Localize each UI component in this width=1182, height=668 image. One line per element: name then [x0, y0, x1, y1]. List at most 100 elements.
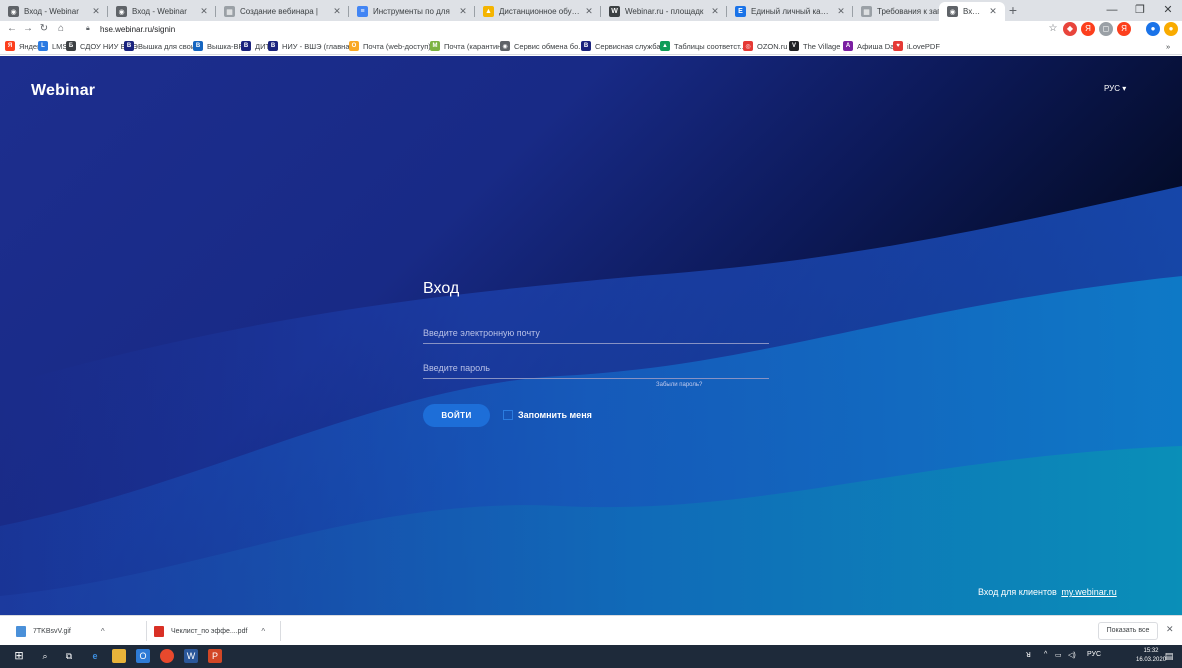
profile-icon[interactable]: ● — [1146, 22, 1160, 36]
download-file-name: Чеклист_по эффе....pdf — [171, 627, 248, 635]
bookmark-label: iLovePDF — [907, 41, 940, 51]
url-text: hse.webinar.ru/signin — [100, 24, 176, 34]
tray-chevron-icon[interactable]: ^ — [1044, 651, 1047, 658]
word-icon[interactable]: W — [184, 649, 198, 663]
close-tab-icon[interactable]: ✕ — [709, 6, 721, 17]
browser-tab[interactable]: ◉ Вход - Webinar ✕ — [0, 2, 108, 21]
bookmark-label: Почта (карантин) — [444, 41, 504, 51]
task-view-icon[interactable]: ⧉ — [62, 649, 76, 663]
bookmark-label: OZON.ru — [757, 41, 788, 51]
bookmark-item[interactable]: V The Village — [789, 40, 840, 52]
notifications-icon[interactable]: ▤ — [1162, 649, 1176, 663]
forward-icon[interactable]: → — [21, 21, 35, 37]
browser-tab[interactable]: ◉ Вход - Webinar ✕ — [108, 2, 216, 21]
password-field[interactable] — [423, 357, 769, 379]
bookmark-item[interactable]: В НИУ - ВШЭ (главна... — [268, 40, 356, 52]
tab-favicon-icon: ◉ — [116, 6, 127, 17]
clients-login-text: Вход для клиентов — [978, 587, 1057, 597]
file-explorer-icon[interactable] — [112, 649, 126, 663]
browser-tab[interactable]: Е Единый личный кабин ✕ — [727, 2, 853, 21]
volume-icon[interactable]: ◁) — [1068, 651, 1076, 659]
network-icon[interactable]: ▭ — [1055, 651, 1062, 659]
email-field[interactable] — [423, 322, 769, 344]
more-bookmarks-icon[interactable]: » — [1166, 40, 1170, 52]
close-tab-icon[interactable]: ✕ — [835, 6, 847, 17]
close-tab-icon[interactable]: ✕ — [90, 6, 102, 17]
bookmark-item[interactable]: ◉ Сервис обмена бо... — [500, 40, 585, 52]
extension-icon[interactable]: ◻ — [1099, 22, 1113, 36]
yandex-extension-icon[interactable]: Я — [1081, 22, 1095, 36]
windows-taskbar: ⊞ ⌕ ⧉ e O W P ꓤ ^ ▭ ◁) РУС 15:32 16.03.2… — [0, 645, 1182, 668]
bookmark-label: Почта (web-доступ) — [363, 41, 431, 51]
close-downloads-icon[interactable]: ✕ — [1166, 624, 1174, 635]
tab-favicon-icon: ▲ — [483, 6, 494, 17]
bookmark-favicon-icon: Б — [66, 41, 76, 51]
home-icon[interactable]: ⌂ — [54, 21, 68, 37]
extension-icon[interactable]: Я — [1117, 22, 1131, 36]
bookmark-star-icon[interactable]: ☆ — [1046, 21, 1060, 37]
tab-title: Единый личный кабин — [751, 7, 832, 16]
tab-favicon-icon: ◉ — [8, 6, 19, 17]
download-item[interactable]: 7TKBsvV.gif ^ — [16, 622, 105, 640]
browser-tab[interactable]: ▲ Дистанционное обуче ✕ — [475, 2, 601, 21]
forgot-password-link[interactable]: Забыли пароль? — [656, 382, 702, 388]
download-item[interactable]: Чеклист_по эффе....pdf ^ — [154, 622, 265, 640]
clients-login: Вход для клиентов my.webinar.ru — [978, 587, 1117, 597]
outlook-icon[interactable]: O — [136, 649, 150, 663]
close-tab-icon[interactable]: ✕ — [198, 6, 210, 17]
language-selector[interactable]: РУС ▾ — [1104, 84, 1126, 93]
bookmark-item[interactable]: В Вышка для своих — [124, 40, 199, 52]
tab-favicon-icon: ◉ — [947, 6, 958, 17]
webinar-logo[interactable]: Webinar — [31, 82, 95, 100]
bookmark-favicon-icon: В — [193, 41, 203, 51]
tab-favicon-icon: ▦ — [861, 6, 872, 17]
powerpoint-icon[interactable]: P — [208, 649, 222, 663]
close-tab-icon[interactable]: ✕ — [331, 6, 343, 17]
reload-icon[interactable]: ↻ — [37, 21, 51, 37]
bookmark-favicon-icon: Я — [5, 41, 15, 51]
close-tab-icon[interactable]: ✕ — [457, 6, 469, 17]
bookmark-item[interactable]: ♥ iLovePDF — [893, 40, 940, 52]
bookmark-favicon-icon: В — [124, 41, 134, 51]
chevron-up-icon[interactable]: ^ — [101, 627, 105, 636]
maximize-icon[interactable]: ❐ — [1126, 0, 1154, 21]
pdf-file-icon — [154, 625, 164, 637]
show-all-downloads-button[interactable]: Показать все — [1098, 622, 1158, 640]
remember-me-checkbox[interactable] — [503, 410, 513, 420]
bookmark-item[interactable]: ▲ Таблицы соответст... — [660, 40, 746, 52]
bookmark-item[interactable]: M Почта (карантин) — [430, 40, 504, 52]
webinar-signin-page: Webinar РУС ▾ Вход Забыли пароль? ВОЙТИ … — [0, 56, 1182, 615]
bookmark-item[interactable]: В Сервисная служба... — [581, 40, 667, 52]
address-bar[interactable]: 🔒︎ hse.webinar.ru/signin — [86, 22, 1046, 36]
close-tab-icon[interactable]: ✕ — [583, 6, 595, 17]
close-window-icon[interactable]: ✕ — [1154, 0, 1182, 21]
extension-icon[interactable]: ◆ — [1063, 22, 1077, 36]
tab-title: Дистанционное обуче — [499, 7, 580, 16]
chrome-icon[interactable] — [160, 649, 174, 663]
login-button[interactable]: ВОЙТИ — [423, 404, 490, 427]
people-icon[interactable]: ꓤ — [1026, 651, 1031, 659]
bookmark-item[interactable]: В ДИТ — [241, 40, 270, 52]
back-icon[interactable]: ← — [5, 21, 19, 37]
chevron-up-icon[interactable]: ^ — [261, 627, 265, 636]
bookmark-item[interactable]: L LMS — [38, 40, 67, 52]
new-tab-button[interactable]: + — [1005, 2, 1021, 19]
remember-me[interactable]: Запомнить меня — [503, 410, 592, 420]
browser-tab[interactable]: W Webinar.ru - площадк ✕ — [601, 2, 727, 21]
edge-icon[interactable]: e — [88, 649, 102, 663]
tab-active[interactable]: ◉ Вход - Webinar✕ — [939, 2, 1005, 21]
search-icon[interactable]: ⌕ — [38, 649, 52, 663]
clients-login-link[interactable]: my.webinar.ru — [1061, 587, 1116, 597]
bookmark-favicon-icon: О — [349, 41, 359, 51]
close-tab-icon[interactable]: ✕ — [987, 6, 999, 17]
windows-start-icon[interactable]: ⊞ — [12, 649, 26, 663]
notification-icon[interactable]: ● — [1164, 22, 1178, 36]
minimize-icon[interactable]: — — [1098, 0, 1126, 21]
bookmark-item[interactable]: О Почта (web-доступ) — [349, 40, 431, 52]
bookmark-favicon-icon: ▲ — [660, 41, 670, 51]
bookmark-item[interactable]: ◎ OZON.ru — [743, 40, 787, 52]
tab-favicon-icon: W — [609, 6, 620, 17]
browser-tab[interactable]: ≡ Инструменты по для ✕ — [349, 2, 475, 21]
input-language[interactable]: РУС — [1087, 651, 1101, 658]
browser-tab[interactable]: ▦ Создание вебинара | ✕ — [216, 2, 349, 21]
